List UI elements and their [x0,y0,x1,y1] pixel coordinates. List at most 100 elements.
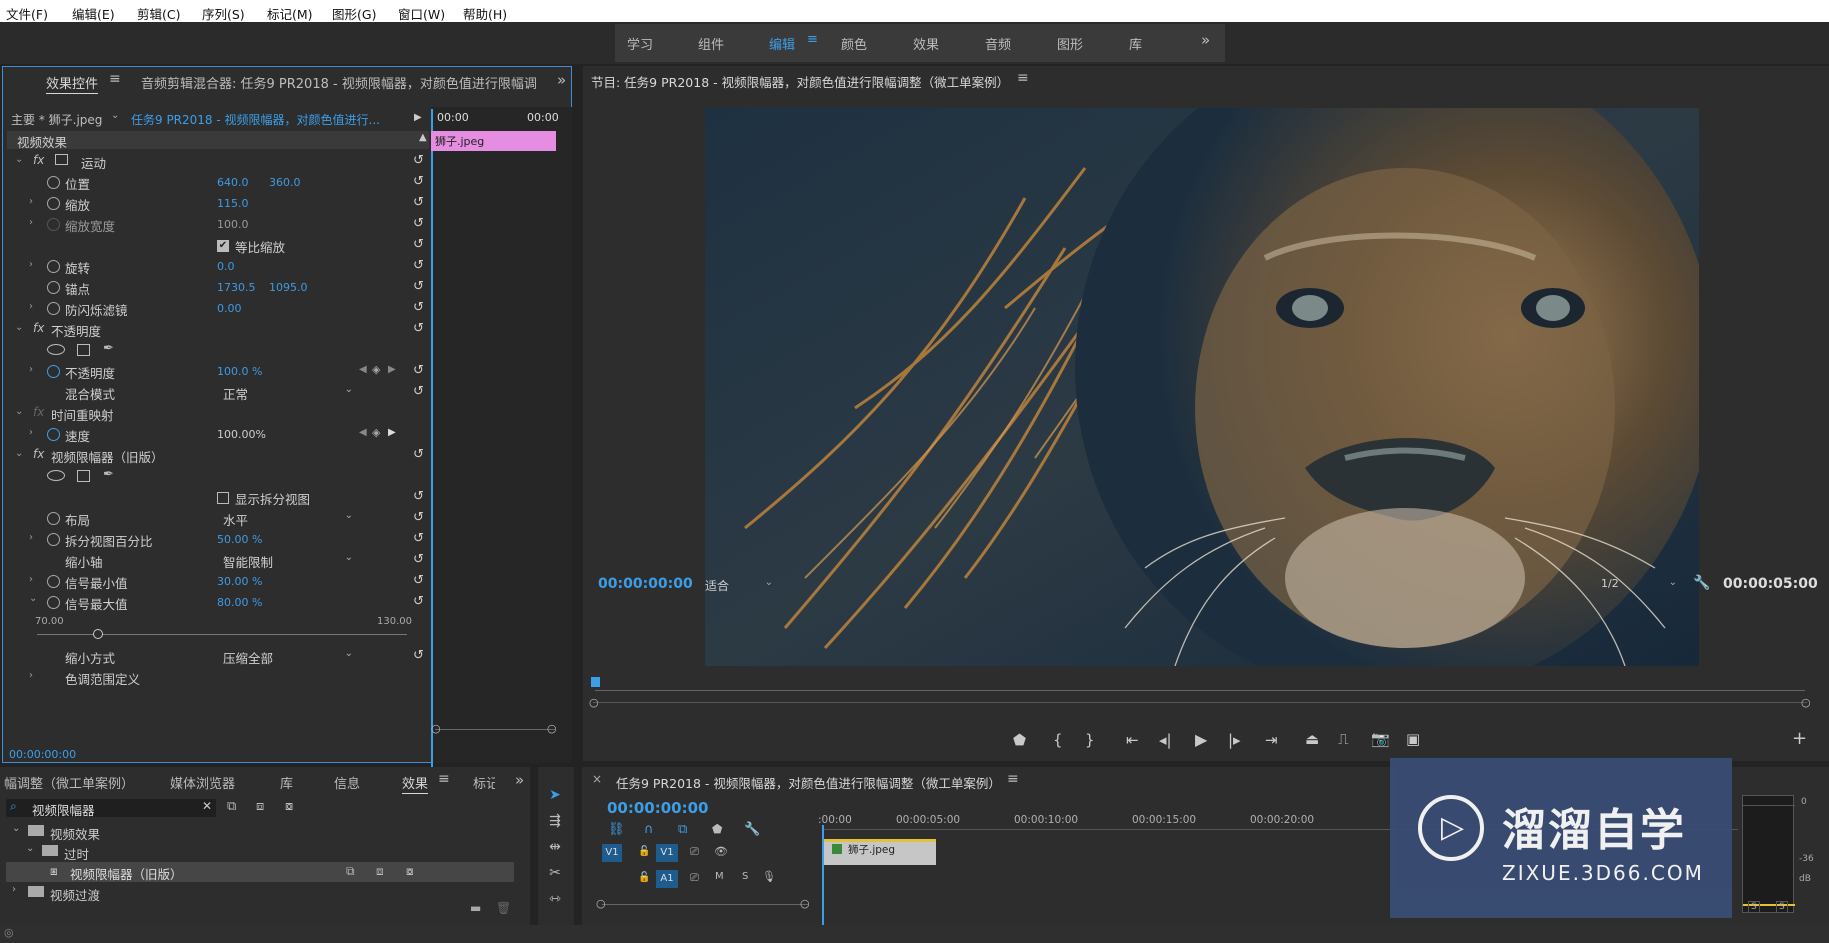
panel-menu-icon[interactable]: ≡ [109,71,121,87]
mini-scrollbar[interactable] [435,729,555,730]
pen-mask-icon[interactable]: ✒ [103,467,114,482]
compare-view-icon[interactable]: ▣ [1406,730,1420,748]
track-lock-icon[interactable]: 🔓 [638,846,650,857]
zoom-right-handle[interactable]: ○ [1801,696,1811,709]
tree-obsolete[interactable]: ⌄ 过时 [6,843,514,862]
clear-search-icon[interactable]: ✕ [202,799,212,813]
mark-out-icon[interactable]: } [1085,731,1095,749]
sync-lock-icon[interactable]: ⎚ [690,871,699,885]
stopwatch-icon[interactable] [47,533,60,546]
program-current-timecode[interactable]: 00:00:00:00 [598,576,693,592]
timeline-title[interactable]: 任务9 PR2018 - 视频限幅器，对颜色值进行限幅调整（微工单案例） [616,773,1001,792]
reduce-method-dropdown[interactable]: 压缩全部 ⌄ [223,648,357,666]
expand-icon[interactable]: ⌄ [26,843,34,854]
step-back-icon[interactable]: ◂| [1159,731,1172,749]
stopwatch-icon[interactable] [47,575,60,588]
32bit-effects-icon[interactable]: ⧈ [256,799,264,814]
stopwatch-icon[interactable] [47,281,60,294]
prev-keyframe-icon[interactable]: ◀ [359,427,367,438]
menu-file[interactable]: 文件(F) [6,4,48,23]
lift-icon[interactable]: ⏏ [1305,730,1319,748]
menu-help[interactable]: 帮助(H) [463,4,507,23]
scroll-right-handle[interactable]: ○ [800,897,810,910]
menu-clip[interactable]: 剪辑(C) [137,4,180,23]
effect-motion[interactable]: ⌄ fx 运动 ↺ [7,152,429,173]
mini-scroll-left-handle[interactable]: ○ [431,722,441,735]
expand-icon[interactable]: ⌄ [29,593,37,604]
slip-tool-icon[interactable]: ⇿ [544,891,566,913]
master-clip-label[interactable]: 主要 * 狮子.jpeg [11,111,102,128]
expand-icon[interactable]: ⌄ [12,823,20,834]
reset-icon[interactable]: ↺ [413,279,424,294]
tab-effects[interactable]: 效果 [402,773,428,792]
workspace-libraries[interactable]: 库 [1129,34,1142,53]
workspace-assembly[interactable]: 组件 [698,34,724,53]
reset-icon[interactable]: ↺ [413,174,424,189]
meter-solo-left[interactable]: S [1748,901,1760,913]
sync-lock-icon[interactable]: ⎚ [690,845,699,859]
panel-overflow-icon[interactable]: » [515,771,524,789]
add-marker-icon[interactable]: ⬟ [712,822,722,836]
mini-scroll-right-handle[interactable]: ○ [547,722,557,735]
reduce-axis-dropdown[interactable]: 智能限制 ⌄ [223,552,357,570]
mark-in-icon[interactable]: { [1053,731,1063,749]
button-editor-plus-icon[interactable]: + [1792,728,1807,749]
selection-tool-icon[interactable]: ➤ [544,787,566,809]
reset-icon[interactable]: ↺ [413,216,424,231]
program-scrub-bar[interactable] [595,690,1805,691]
split-percent-value[interactable]: 50.00 % [217,533,262,546]
new-bin-icon[interactable]: ▬ [470,901,481,915]
reset-icon[interactable]: ↺ [413,447,424,462]
meter-solo-right[interactable]: S [1776,901,1788,913]
a1-track-target[interactable]: A1 [656,870,678,888]
stopwatch-icon[interactable] [47,197,60,210]
go-to-in-icon[interactable]: ⇤ [1126,731,1139,749]
menu-marker[interactable]: 标记(M) [267,4,313,23]
add-keyframe-icon[interactable]: ◈ [372,426,380,439]
delete-icon[interactable]: 🗑 [496,901,511,915]
ellipse-mask-icon[interactable] [47,344,65,355]
antiflicker-value[interactable]: 0.00 [217,302,242,315]
lion-frame-image[interactable] [705,108,1699,666]
mini-clip[interactable]: 狮子.jpeg [431,131,556,151]
go-to-out-icon[interactable]: ⇥ [1265,731,1278,749]
panel-menu-icon[interactable]: ≡ [1007,771,1019,787]
tree-video-effects[interactable]: ⌄ 视频效果 [6,823,514,842]
rectangle-mask-icon[interactable] [77,470,90,482]
menu-sequence[interactable]: 序列(S) [202,4,245,23]
mini-playhead[interactable] [431,109,433,769]
program-playhead[interactable] [591,677,600,687]
expand-icon[interactable]: › [29,217,33,228]
scroll-left-handle[interactable]: ○ [596,897,606,910]
workspace-more-icon[interactable]: » [1201,31,1210,49]
extract-icon[interactable]: ⎍ [1338,730,1349,748]
collapse-up-icon[interactable]: ▲ [419,132,427,143]
close-tab-icon[interactable]: × [592,772,602,786]
expand-icon[interactable]: › [29,301,33,312]
expand-icon[interactable]: › [29,574,33,585]
expand-icon[interactable]: ⌄ [15,322,23,333]
effect-controls-timecode[interactable]: 00:00:00:00 [9,748,76,761]
anchor-y-value[interactable]: 1095.0 [269,281,308,294]
effects-search-field[interactable]: ⌕ 视频限幅器 ✕ [6,799,216,818]
workspace-audio[interactable]: 音频 [985,34,1011,53]
fx-icon[interactable]: fx [33,321,44,335]
stopwatch-icon[interactable] [47,596,60,609]
next-keyframe-icon[interactable]: ▶ [388,427,396,438]
tab-markers[interactable]: 标记 [473,773,495,792]
sequence-clip-label[interactable]: 任务9 PR2018 - 视频限幅器，对颜色值进行... [131,111,399,128]
show-split-checkbox[interactable] [217,492,229,504]
reset-icon[interactable]: ↺ [413,552,424,567]
effect-opacity[interactable]: ⌄ fx 不透明度 ↺ [7,320,429,341]
tab-info[interactable]: 信息 [334,773,360,792]
workspace-color[interactable]: 颜色 [841,34,867,53]
anchor-x-value[interactable]: 1730.5 [217,281,256,294]
reset-icon[interactable]: ↺ [413,573,424,588]
stopwatch-icon[interactable] [47,428,60,441]
v1-track-target[interactable]: V1 [656,844,678,862]
tab-effect-controls[interactable]: 效果控件 [46,73,98,92]
workspace-learn[interactable]: 学习 [627,34,653,53]
blend-mode-dropdown[interactable]: 正常 ⌄ [223,384,357,402]
reset-icon[interactable]: ↺ [413,384,424,399]
expand-icon[interactable]: › [12,884,16,895]
